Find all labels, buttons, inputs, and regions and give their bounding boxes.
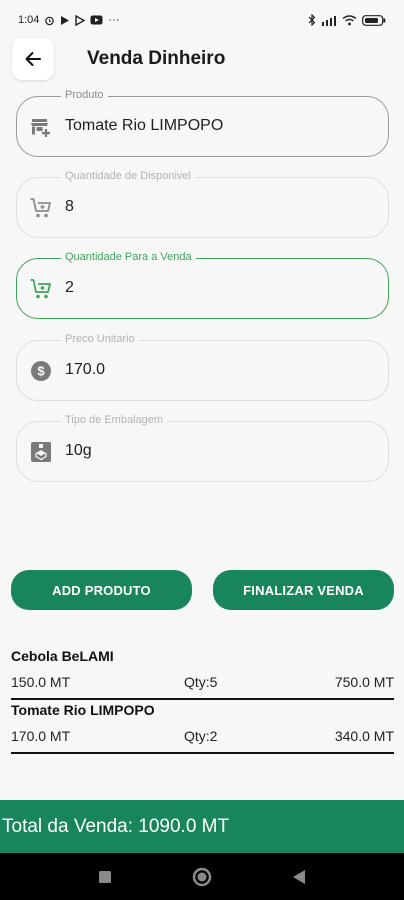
item-price: 170.0 MT <box>11 728 71 744</box>
play-store-icon <box>60 15 70 26</box>
total-bar: Total da Venda: 1090.0 MT <box>0 800 404 853</box>
list-item[interactable]: Cebola BeLAMI 150.0 MT Qty:5 750.0 MT <box>11 648 394 698</box>
system-nav-bar <box>0 853 404 900</box>
quantidade-venda-field[interactable]: Quantidade Para a Venda 2 <box>16 251 389 319</box>
back-nav-button[interactable] <box>292 869 306 885</box>
item-quantity: Qty:2 <box>184 728 218 744</box>
cart-icon <box>29 277 53 301</box>
page-title: Venda Dinheiro <box>87 48 226 69</box>
tipo-embalagem-field: Tipo de Embalagem 10g <box>16 414 389 482</box>
preco-unitario-label: Preco Unitario <box>61 333 139 345</box>
item-price: 150.0 MT <box>11 674 71 690</box>
item-name: Tomate Rio LIMPOPO <box>11 702 155 718</box>
item-total: 750.0 MT <box>334 674 394 690</box>
add-produto-button[interactable]: ADD PRODUTO <box>11 570 192 610</box>
alarm-icon <box>44 15 55 26</box>
home-button[interactable] <box>192 867 212 887</box>
bluetooth-icon <box>308 14 316 26</box>
quantidade-disponivel-value: 8 <box>65 198 74 215</box>
media-play-icon <box>75 14 86 26</box>
sale-total: Total da Venda: 1090.0 MT <box>2 815 230 837</box>
preco-unitario-field: Preco Unitario $ 170.0 <box>16 333 389 401</box>
item-quantity: Qty:5 <box>184 674 218 690</box>
youtube-icon <box>90 15 103 25</box>
back-button[interactable] <box>12 38 54 80</box>
status-bar: 1:04 ··· <box>0 0 404 40</box>
quantidade-disponivel-field: Quantidade de Disponivel 8 <box>16 170 389 238</box>
list-item[interactable]: Tomate Rio LIMPOPO 170.0 MT Qty:2 340.0 … <box>11 702 394 752</box>
finalizar-venda-button[interactable]: FINALIZAR VENDA <box>213 570 394 610</box>
produto-label: Produto <box>61 89 108 101</box>
store-icon <box>29 115 53 139</box>
app-bar: Venda Dinheiro <box>0 36 404 82</box>
item-name: Cebola BeLAMI <box>11 648 114 664</box>
more-notifications: ··· <box>108 14 120 26</box>
arrow-left-icon <box>25 52 41 66</box>
signal-icon <box>321 15 337 26</box>
circle-icon <box>192 867 212 886</box>
item-details: 170.0 MT Qty:2 340.0 MT <box>11 728 394 752</box>
cart-icon <box>29 196 53 220</box>
dollar-circle-icon: $ <box>29 359 53 383</box>
tipo-embalagem-label: Tipo de Embalagem <box>61 414 168 426</box>
quantidade-venda-value: 2 <box>65 279 74 296</box>
triangle-back-icon <box>293 869 305 884</box>
item-total: 340.0 MT <box>334 728 394 744</box>
quantidade-disponivel-label: Quantidade de Disponivel <box>61 170 195 182</box>
preco-unitario-value: 170.0 <box>65 361 106 378</box>
wifi-icon <box>342 14 357 26</box>
status-time: 1:04 <box>18 14 40 26</box>
battery-icon <box>362 14 386 26</box>
item-divider <box>11 752 394 754</box>
status-right <box>308 14 386 26</box>
produto-field[interactable]: Produto Tomate Rio LIMPOPO <box>16 89 389 157</box>
produto-value: Tomate Rio LIMPOPO <box>65 117 224 134</box>
quantidade-venda-label: Quantidade Para a Venda <box>61 251 196 263</box>
recents-button[interactable] <box>98 870 112 884</box>
item-divider <box>11 698 394 700</box>
tipo-embalagem-value: 10g <box>65 442 92 459</box>
item-details: 150.0 MT Qty:5 750.0 MT <box>11 674 394 698</box>
package-icon <box>29 440 53 464</box>
svg-text:$: $ <box>37 364 45 379</box>
square-icon <box>99 870 111 883</box>
status-left: 1:04 ··· <box>18 14 119 26</box>
